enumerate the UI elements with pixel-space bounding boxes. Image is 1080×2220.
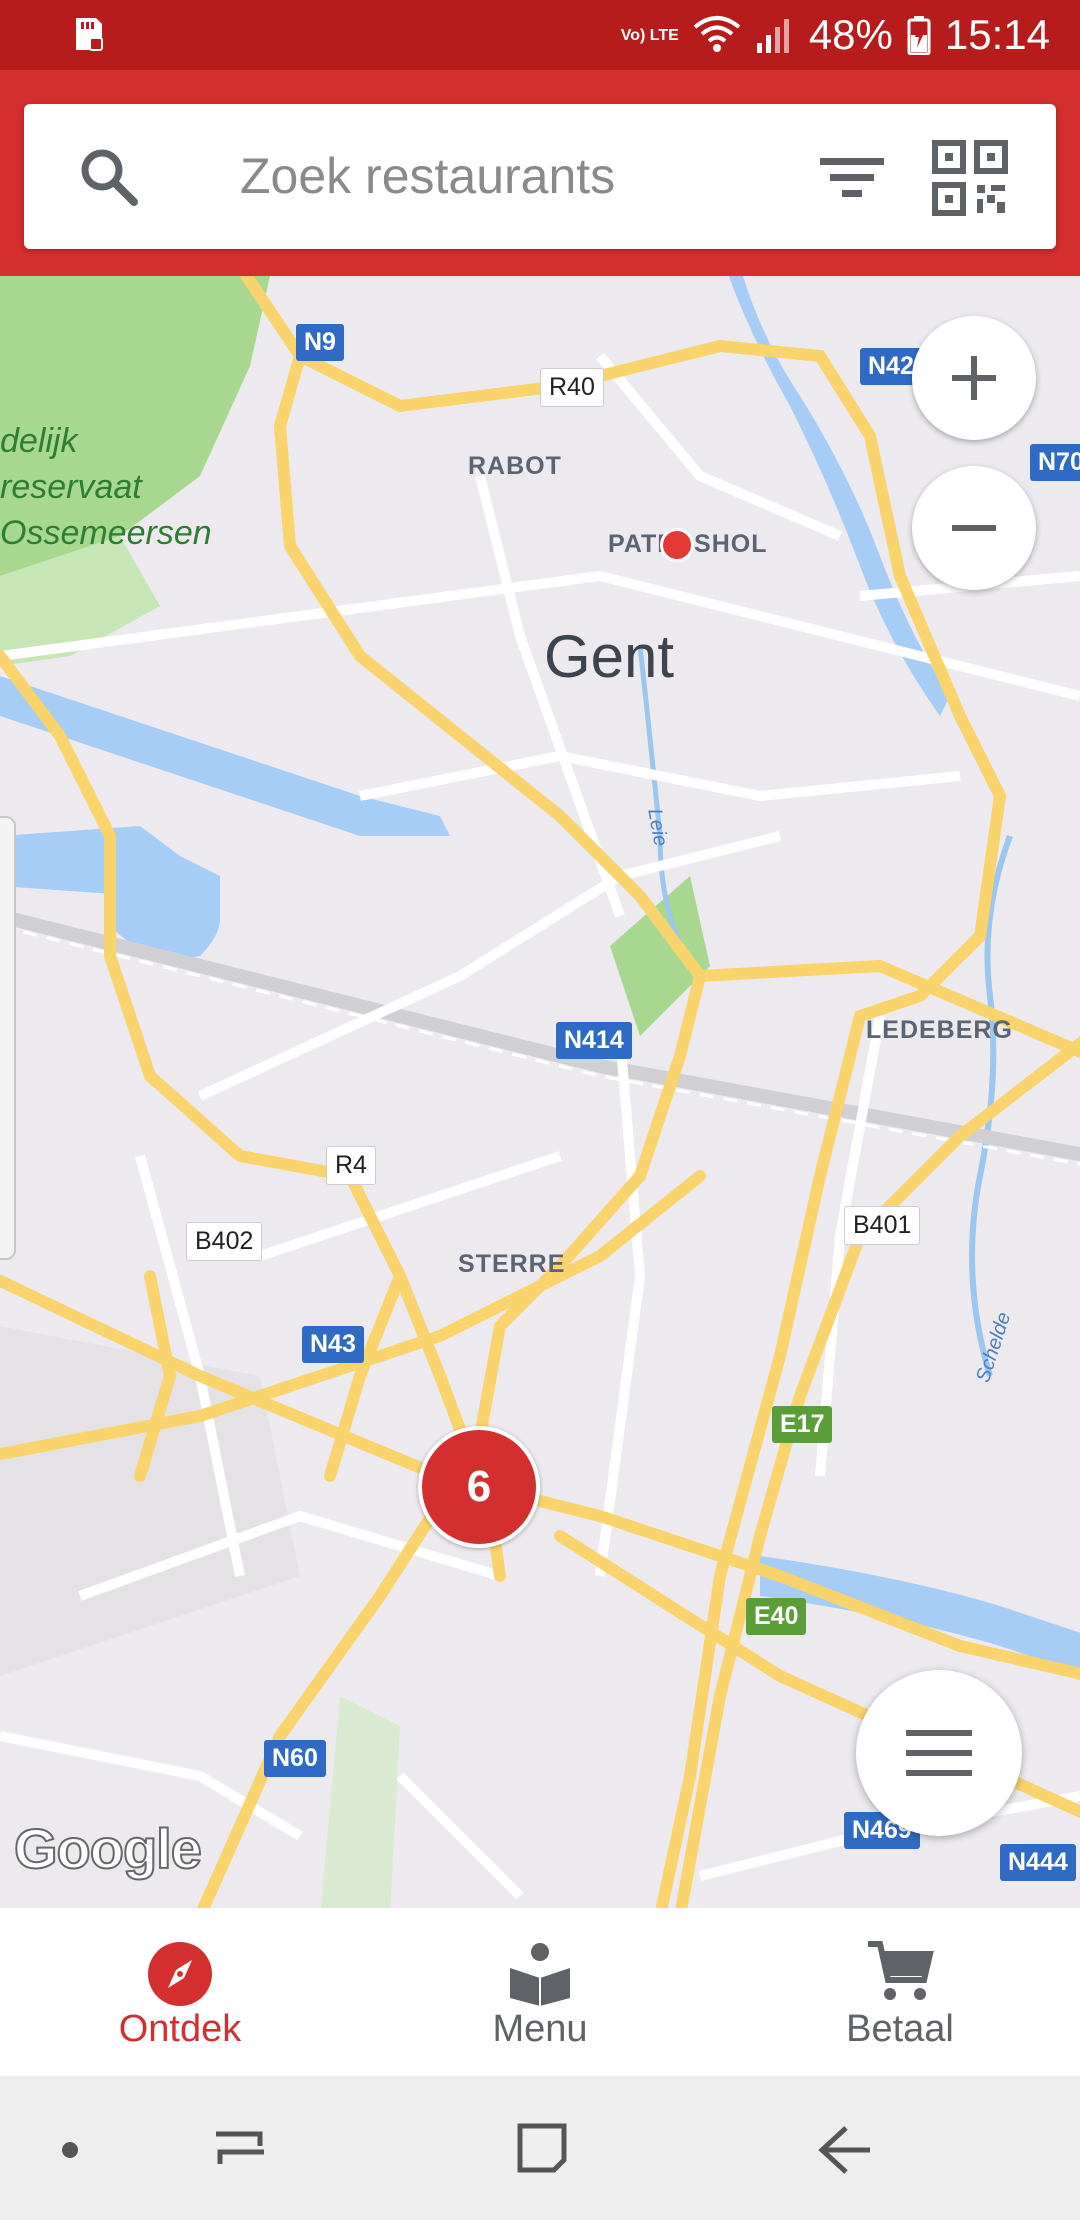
nav-item-betaal[interactable]: Betaal — [720, 1908, 1080, 2076]
location-pin[interactable] — [660, 528, 694, 562]
district-label-ledeberg: LEDEBERG — [866, 1016, 1013, 1044]
road-shield-n60: N60 — [264, 1740, 326, 1777]
road-shield-n444: N444 — [1000, 1844, 1076, 1881]
signal-icon — [756, 19, 789, 53]
road-shield-e40: E40 — [746, 1598, 807, 1635]
road-shield-n70: N70 — [1030, 444, 1080, 481]
recent-apps-icon[interactable] — [210, 2122, 270, 2178]
compass-icon — [148, 1942, 212, 2006]
system-navigation-bar — [0, 2076, 1080, 2220]
road-shield-b401: B401 — [844, 1206, 921, 1245]
battery-percent: 48% — [808, 11, 893, 58]
map-view[interactable]: delijkreservaatOssemeersen Gent RABOT PA… — [0, 276, 1080, 1908]
district-label-rabot: RABOT — [468, 452, 562, 480]
road-shield-e17: E17 — [772, 1406, 833, 1443]
road-shield-b402: B402 — [186, 1222, 263, 1261]
zoom-in-button[interactable] — [912, 316, 1036, 440]
nav-item-ontdek[interactable]: Ontdek — [0, 1908, 360, 2076]
minus-icon — [952, 525, 996, 531]
road-shield-n414: N414 — [556, 1022, 632, 1059]
search-input[interactable]: Zoek restaurants — [240, 144, 615, 208]
clock: 15:14 — [944, 11, 1050, 58]
cart-icon — [868, 1941, 934, 2000]
book-icon — [510, 1943, 570, 2006]
battery-icon — [907, 16, 931, 55]
nav-label-ontdek: Ontdek — [118, 2008, 242, 2050]
qr-code-icon[interactable] — [932, 140, 1008, 216]
road-shield-r4: R4 — [326, 1146, 376, 1185]
nav-label-menu: Menu — [492, 2008, 588, 2050]
zoom-out-button[interactable] — [912, 466, 1036, 590]
side-drawer-handle[interactable] — [0, 816, 16, 1260]
home-icon[interactable] — [514, 2120, 570, 2176]
wifi-icon — [693, 16, 741, 52]
filter-icon[interactable] — [794, 146, 910, 208]
road-shield-n9: N9 — [296, 324, 344, 361]
back-icon[interactable] — [816, 2122, 876, 2178]
sd-card-icon — [76, 18, 103, 51]
volte-indicator: Vo) LTE — [620, 26, 679, 44]
dot-indicator — [62, 2142, 78, 2158]
nav-item-menu[interactable]: Menu — [360, 1908, 720, 2076]
menu-list-icon — [906, 1730, 972, 1776]
road-shield-r40: R40 — [540, 368, 604, 407]
search-bar[interactable]: Zoek restaurants — [24, 104, 1056, 249]
nav-label-betaal: Betaal — [846, 2008, 954, 2050]
bottom-navigation: Ontdek Menu Betaal — [0, 1908, 1080, 2076]
road-shield-n43: N43 — [302, 1326, 364, 1363]
list-view-button[interactable] — [856, 1670, 1022, 1836]
district-label-sterre: STERRE — [458, 1250, 566, 1278]
status-bar: Vo) LTE 48% 15:14 — [0, 0, 1080, 70]
restaurant-cluster-marker[interactable]: 6 — [418, 1426, 540, 1548]
search-icon[interactable] — [76, 144, 140, 208]
google-logo: Google — [13, 1816, 203, 1881]
park-label: delijk reservaat Ossemeersen — [0, 422, 212, 552]
city-label: Gent — [544, 623, 675, 690]
plus-icon — [952, 356, 996, 400]
